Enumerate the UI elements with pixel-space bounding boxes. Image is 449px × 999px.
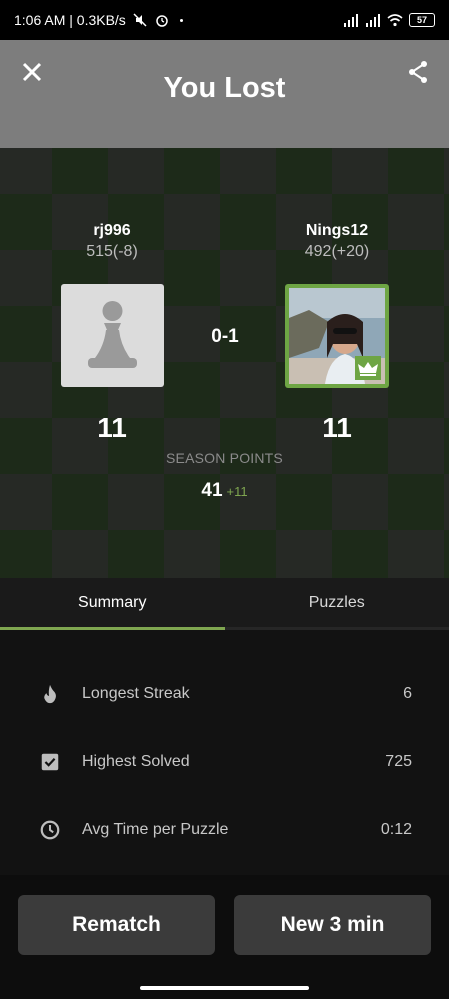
crown-badge [355,356,381,380]
season-points-delta: +11 [226,484,248,499]
board-square [444,362,449,418]
board-square [220,194,276,250]
summary-panel: Longest Streak 6 Highest Solved 725 Avg … [0,630,449,875]
avatar-right[interactable] [285,284,389,388]
player-photo [289,288,385,384]
board-square [388,362,444,418]
board-square [220,250,276,306]
board-square [0,250,52,306]
flame-icon [38,682,62,706]
season-points-label: SEASON POINTS [166,450,283,466]
rematch-button[interactable]: Rematch [18,895,215,955]
summary-value: 6 [403,685,412,702]
summary-value: 725 [385,753,412,770]
status-time-speed: 1:06 AM | 0.3KB/s [14,12,126,28]
dot-icon [179,18,183,22]
board-square [444,250,449,306]
board-square [388,148,444,194]
result-header: You Lost [0,40,449,148]
player-right-rating: 492(+20) [304,243,370,260]
board-square [164,530,220,578]
mute-icon [133,13,147,27]
board-square [220,362,276,418]
match-score: 0-1 [211,326,239,347]
board-square [0,194,52,250]
tab-puzzles[interactable]: Puzzles [224,578,449,630]
summary-label: Highest Solved [82,753,190,770]
new-game-button[interactable]: New 3 min [234,895,431,955]
summary-row-avg-time: Avg Time per Puzzle 0:12 [0,810,449,850]
player-right-name: Nings12 [305,222,369,239]
board-square [388,530,444,578]
board-square [388,194,444,250]
share-icon[interactable] [407,60,429,84]
status-bar: 1:06 AM | 0.3KB/s 57 [0,0,449,40]
clock-icon [38,818,62,842]
summary-row-highest-solved: Highest Solved 725 [0,742,449,782]
board-square [164,194,220,250]
pawn-icon [88,301,137,368]
season-points-value: 41 [201,480,223,501]
player-left-rating: 515(-8) [86,243,138,260]
summary-label: Longest Streak [82,685,190,702]
board-square [444,148,449,194]
board-square [220,148,276,194]
battery-icon: 57 [409,13,435,27]
board-square [108,530,164,578]
tab-summary[interactable]: Summary [0,578,225,630]
signal-icon [366,14,380,27]
board-square [332,148,388,194]
player-left: rj996 515(-8) [60,222,164,261]
board-square [52,148,108,194]
board-square [52,530,108,578]
summary-label: Avg Time per Puzzle [82,821,229,838]
tab-bar: Summary Puzzles [0,578,449,630]
board-square [164,250,220,306]
checkbox-icon [38,750,62,774]
board-square [220,530,276,578]
board-square [164,362,220,418]
home-indicator[interactable] [140,986,309,990]
player-left-name: rj996 [93,222,131,239]
page-title: You Lost [163,72,286,104]
summary-value: 0:12 [380,821,412,838]
board-square [388,250,444,306]
crown-icon [358,362,378,376]
board-square [0,148,52,194]
board-square [164,148,220,194]
board-square [388,306,444,362]
board-square [0,362,52,418]
season-points: 41 +11 [0,480,449,502]
board-square [332,530,388,578]
board-square [276,148,332,194]
board-square [276,530,332,578]
board-square [444,194,449,250]
wifi-icon [387,14,403,27]
player-right-points: 11 [322,412,352,443]
board-square [0,306,52,362]
signal-icon [344,14,358,27]
player-left-points: 11 [97,412,127,443]
avatar-left[interactable] [61,284,164,387]
summary-row-longest-streak: Longest Streak 6 [0,674,449,714]
board-square [108,148,164,194]
board-square [444,530,449,578]
alarm-icon [156,15,168,27]
bottom-bar: Rematch New 3 min [0,875,449,999]
board-square [0,530,52,578]
player-right: Nings12 492(+20) [285,222,389,261]
board-square [444,306,449,362]
